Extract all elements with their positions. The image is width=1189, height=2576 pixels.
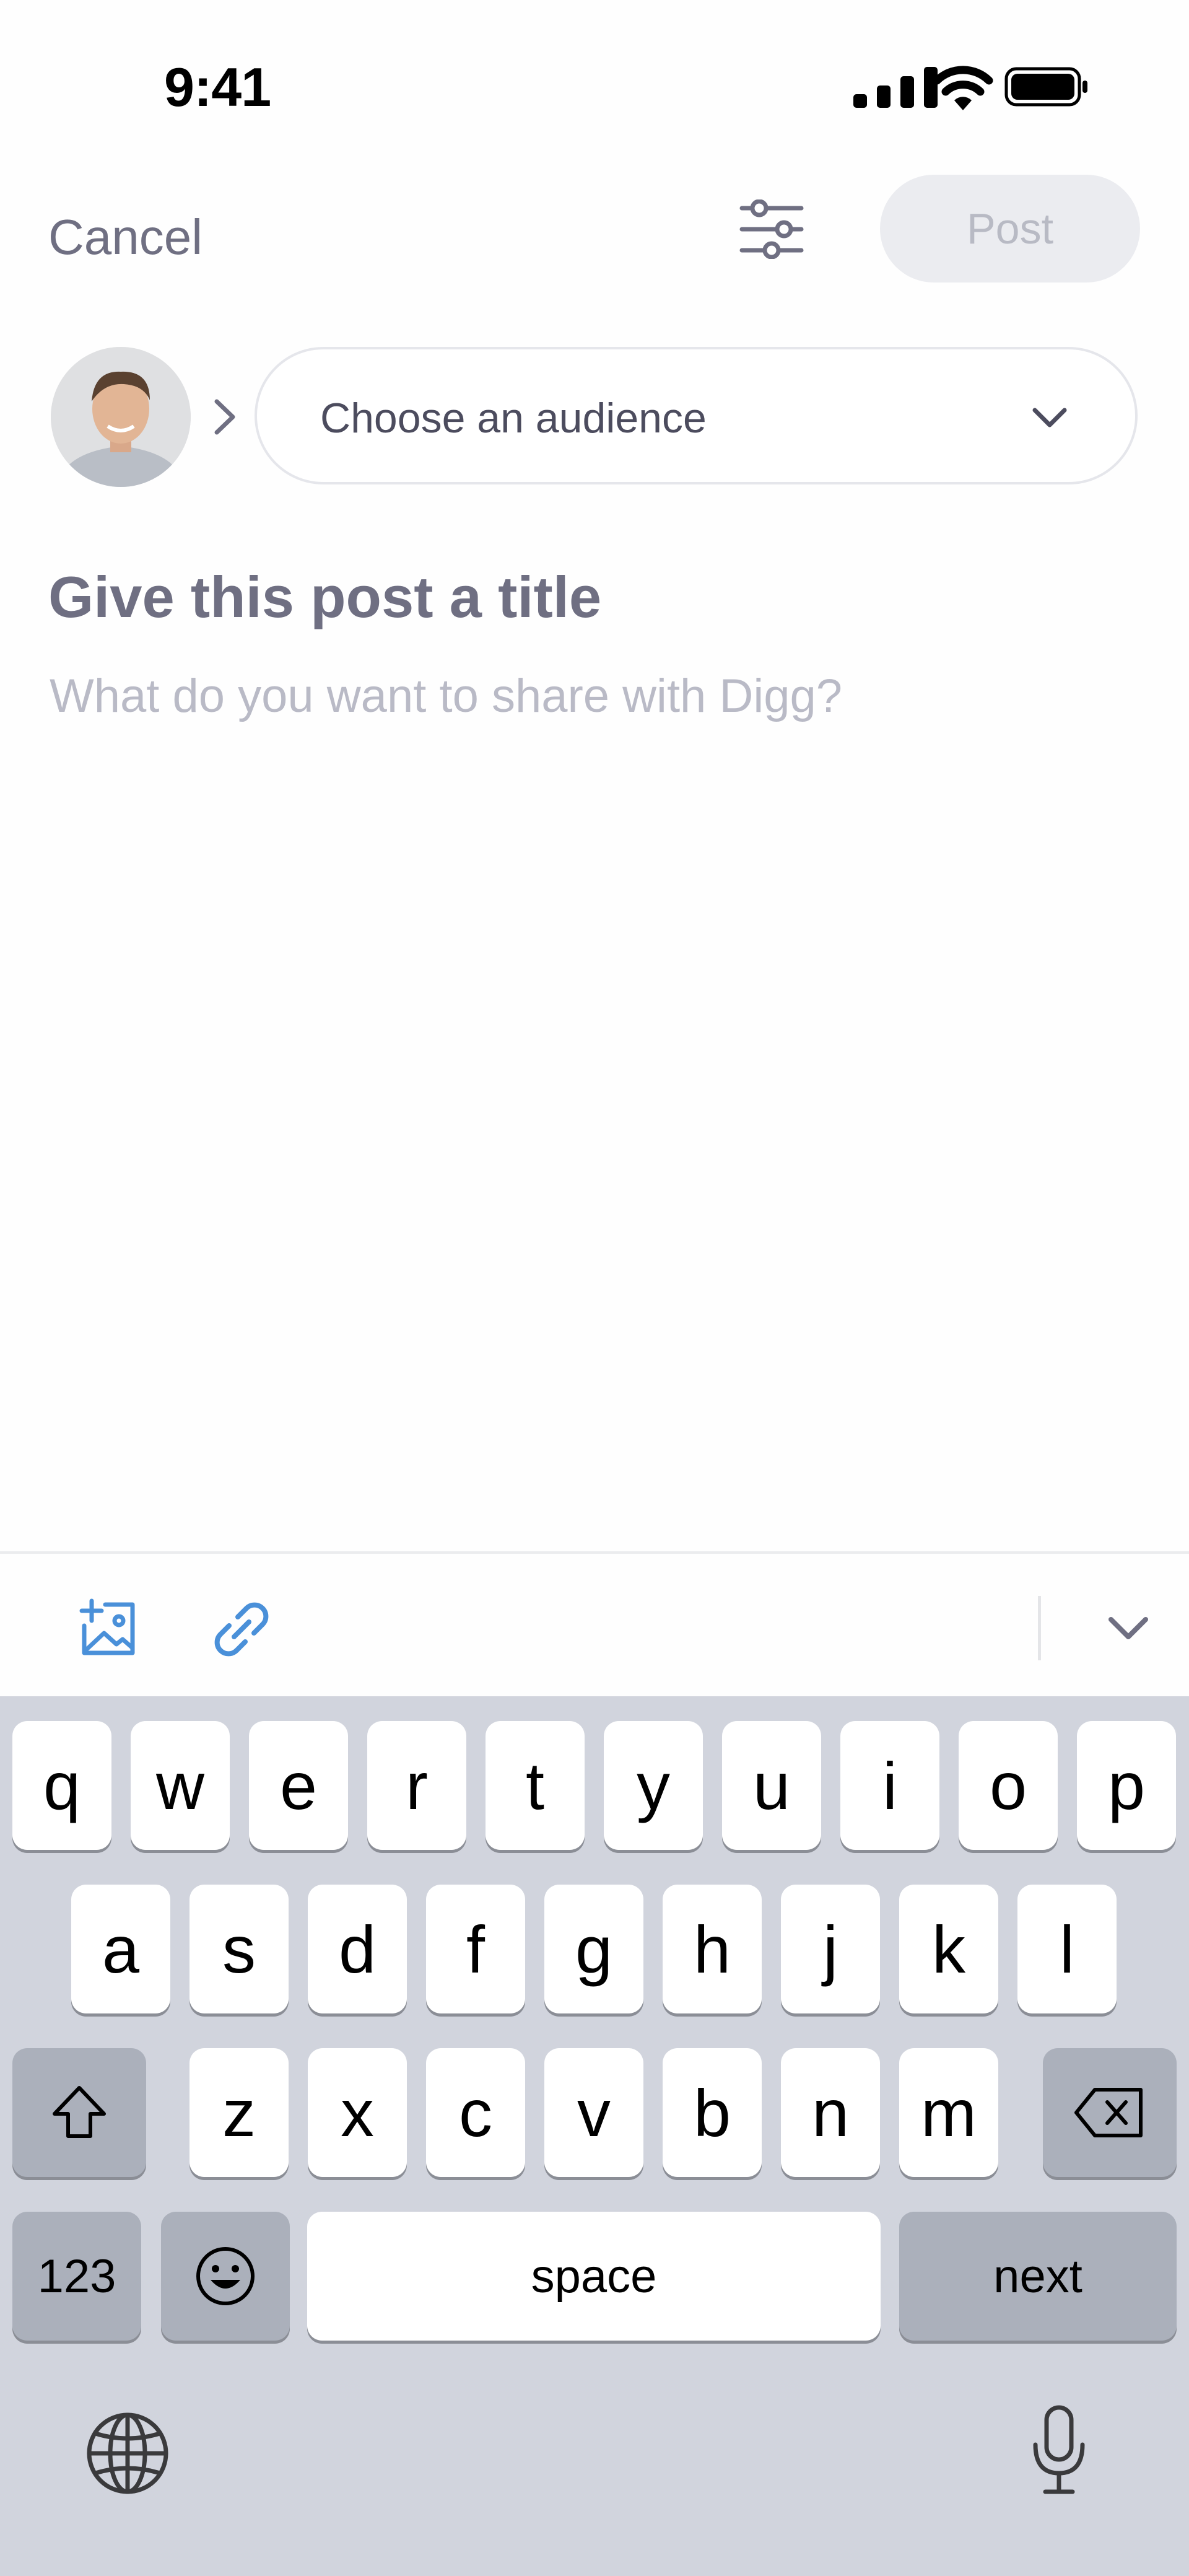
key-r[interactable]: r (367, 1721, 466, 1850)
key-b[interactable]: b (663, 2048, 762, 2177)
cancel-button[interactable]: Cancel (48, 209, 203, 266)
key-j[interactable]: j (781, 1885, 880, 2013)
backspace-key[interactable] (1043, 2048, 1177, 2177)
key-e[interactable]: e (249, 1721, 348, 1850)
emoji-icon (196, 2247, 255, 2305)
key-n[interactable]: n (781, 2048, 880, 2177)
key-d[interactable]: d (308, 1885, 407, 2013)
status-time: 9:41 (164, 56, 271, 118)
key-y[interactable]: y (604, 1721, 703, 1850)
key-w[interactable]: w (131, 1721, 230, 1850)
key-u[interactable]: u (722, 1721, 821, 1850)
chevron-right-icon (214, 399, 235, 435)
key-h[interactable]: h (663, 1885, 762, 2013)
link-icon[interactable] (211, 1598, 272, 1660)
key-a[interactable]: a (71, 1885, 170, 2013)
key-s[interactable]: s (189, 1885, 289, 2013)
shift-icon (53, 2086, 106, 2138)
avatar[interactable] (51, 347, 191, 487)
collapse-chevron-icon[interactable] (1106, 1613, 1151, 1643)
toolbar-divider (1038, 1596, 1041, 1660)
numbers-key[interactable]: 123 (12, 2212, 141, 2341)
key-c[interactable]: c (426, 2048, 525, 2177)
backspace-icon (1074, 2088, 1143, 2137)
key-p[interactable]: p (1077, 1721, 1176, 1850)
shift-key[interactable] (12, 2048, 146, 2177)
add-image-icon[interactable] (78, 1598, 139, 1659)
space-key[interactable]: space (307, 2212, 881, 2341)
key-f[interactable]: f (426, 1885, 525, 2013)
emoji-key[interactable] (161, 2212, 290, 2341)
key-g[interactable]: g (544, 1885, 643, 2013)
key-m[interactable]: m (899, 2048, 998, 2177)
post-title-input[interactable]: Give this post a title (48, 564, 601, 631)
key-i[interactable]: i (840, 1721, 939, 1850)
chevron-down-icon (1032, 408, 1067, 427)
wifi-icon (933, 66, 993, 110)
composer-toolbar (0, 1551, 1189, 1699)
post-body-input[interactable]: What do you want to share with Digg? (50, 669, 842, 723)
key-v[interactable]: v (544, 2048, 643, 2177)
sliders-icon[interactable] (739, 199, 804, 259)
key-t[interactable]: t (486, 1721, 585, 1850)
key-k[interactable]: k (899, 1885, 998, 2013)
post-button[interactable]: Post (880, 175, 1140, 283)
cellular-signal-icon (853, 67, 938, 108)
key-q[interactable]: q (12, 1721, 111, 1850)
user-photo (51, 347, 191, 487)
audience-placeholder: Choose an audience (320, 395, 707, 442)
key-l[interactable]: l (1017, 1885, 1117, 2013)
microphone-icon[interactable] (1028, 2404, 1090, 2497)
battery-icon (1004, 67, 1087, 107)
globe-icon[interactable] (84, 2410, 171, 2497)
key-x[interactable]: x (308, 2048, 407, 2177)
key-z[interactable]: z (189, 2048, 289, 2177)
next-key[interactable]: next (899, 2212, 1177, 2341)
audience-dropdown[interactable]: Choose an audience (255, 347, 1138, 484)
key-o[interactable]: o (959, 1721, 1058, 1850)
